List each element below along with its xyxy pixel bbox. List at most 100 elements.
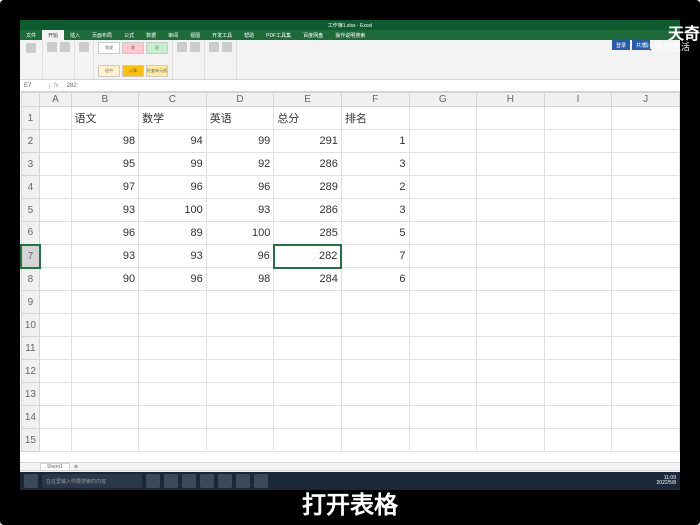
tab-help[interactable]: 帮助 (238, 30, 260, 40)
cell[interactable]: 99 (206, 130, 274, 153)
sum-icon[interactable] (209, 42, 219, 52)
cell[interactable] (612, 176, 680, 199)
cell[interactable] (544, 383, 612, 406)
cell[interactable] (40, 199, 71, 222)
cell[interactable] (341, 291, 409, 314)
cell[interactable]: 99 (139, 153, 207, 176)
cell[interactable] (477, 199, 545, 222)
row-header[interactable]: 11 (21, 337, 40, 360)
cell[interactable] (544, 429, 612, 452)
cell[interactable] (206, 406, 274, 429)
col-b[interactable]: B (71, 93, 139, 107)
bold-icon[interactable] (60, 42, 70, 52)
tab-insert[interactable]: 插入 (64, 30, 86, 40)
paste-button[interactable] (24, 42, 38, 54)
cell[interactable] (612, 337, 680, 360)
tell-me[interactable]: 操作说明搜索 (329, 30, 371, 40)
cell[interactable] (206, 383, 274, 406)
cell[interactable] (139, 406, 207, 429)
cell[interactable] (544, 222, 612, 245)
cell[interactable] (477, 268, 545, 291)
tab-view[interactable]: 视图 (184, 30, 206, 40)
cell[interactable] (477, 222, 545, 245)
cell[interactable] (40, 337, 71, 360)
cell[interactable] (40, 130, 71, 153)
cell[interactable] (139, 383, 207, 406)
row-header[interactable]: 12 (21, 360, 40, 383)
cell[interactable] (139, 429, 207, 452)
cell[interactable] (71, 360, 139, 383)
cell[interactable] (544, 245, 612, 268)
style-neutral[interactable]: 适中 (98, 65, 120, 77)
cell[interactable]: 93 (206, 199, 274, 222)
cell[interactable] (544, 314, 612, 337)
tab-formula[interactable]: 公式 (118, 30, 140, 40)
cell[interactable] (341, 337, 409, 360)
cell[interactable] (612, 107, 680, 130)
cell[interactable] (612, 360, 680, 383)
delete-icon[interactable] (190, 42, 200, 52)
cell[interactable] (409, 291, 477, 314)
cell[interactable] (612, 383, 680, 406)
tab-pdf[interactable]: PDF工具集 (260, 30, 297, 40)
cell[interactable] (409, 107, 477, 130)
cell[interactable] (477, 337, 545, 360)
new-sheet-button[interactable]: ⊕ (70, 464, 82, 470)
cell[interactable] (40, 176, 71, 199)
style-bad[interactable]: 差 (122, 42, 144, 54)
cell[interactable] (544, 130, 612, 153)
cell[interactable] (477, 130, 545, 153)
cell[interactable] (139, 360, 207, 383)
cell[interactable] (274, 314, 342, 337)
cell[interactable] (409, 199, 477, 222)
col-g[interactable]: G (409, 93, 477, 107)
cell[interactable] (477, 314, 545, 337)
cell[interactable] (477, 429, 545, 452)
cell[interactable]: 100 (206, 222, 274, 245)
cell[interactable] (274, 429, 342, 452)
sort-icon[interactable] (222, 42, 232, 52)
cell[interactable]: 89 (139, 222, 207, 245)
cell[interactable]: 2 (341, 176, 409, 199)
style-check[interactable]: 检查单元格 (146, 65, 168, 77)
cell[interactable] (341, 406, 409, 429)
col-h[interactable]: H (477, 93, 545, 107)
cell[interactable] (612, 429, 680, 452)
cell[interactable] (409, 153, 477, 176)
cell[interactable] (40, 360, 71, 383)
cell[interactable] (409, 222, 477, 245)
tab-layout[interactable]: 页面布局 (86, 30, 118, 40)
cell[interactable] (544, 176, 612, 199)
cell[interactable]: 98 (71, 130, 139, 153)
cell[interactable] (612, 314, 680, 337)
cell[interactable] (274, 360, 342, 383)
cell[interactable] (274, 291, 342, 314)
tab-baidu[interactable]: 百度网盘 (297, 30, 329, 40)
cell[interactable]: 96 (139, 268, 207, 291)
cell[interactable] (71, 337, 139, 360)
cell[interactable]: 3 (341, 153, 409, 176)
row-header[interactable]: 4 (21, 176, 40, 199)
cell[interactable] (477, 291, 545, 314)
cell[interactable] (409, 383, 477, 406)
cell[interactable]: 英语 (206, 107, 274, 130)
cell[interactable] (544, 199, 612, 222)
sheet-tab-1[interactable]: Sheet1 (40, 463, 70, 470)
cell[interactable] (409, 176, 477, 199)
col-i[interactable]: I (544, 93, 612, 107)
style-normal[interactable]: 常规 (98, 42, 120, 54)
cell[interactable] (40, 107, 71, 130)
tab-dev[interactable]: 开发工具 (206, 30, 238, 40)
cell[interactable]: 数学 (139, 107, 207, 130)
cell[interactable] (40, 268, 71, 291)
cell[interactable]: 291 (274, 130, 342, 153)
name-box[interactable]: E7 (20, 83, 50, 89)
col-j[interactable]: J (612, 93, 680, 107)
cell[interactable]: 5 (341, 222, 409, 245)
cell[interactable] (612, 222, 680, 245)
cell[interactable] (477, 153, 545, 176)
col-f[interactable]: F (341, 93, 409, 107)
cell[interactable] (206, 360, 274, 383)
tab-data[interactable]: 数据 (140, 30, 162, 40)
row-header[interactable]: 9 (21, 291, 40, 314)
